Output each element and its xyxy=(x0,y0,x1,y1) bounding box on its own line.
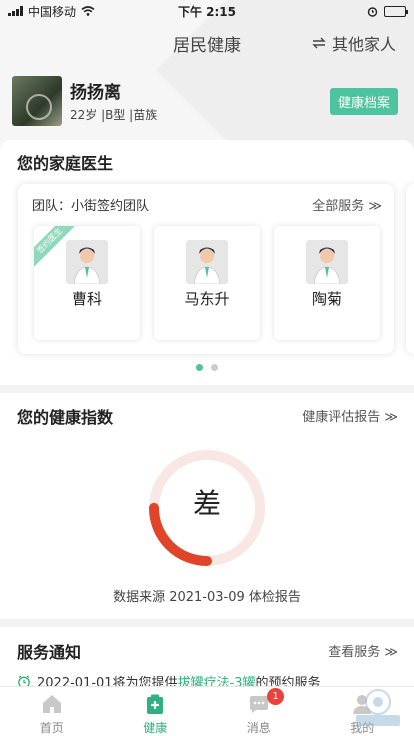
health-gauge: 差 xyxy=(147,448,267,568)
doctor-card[interactable]: 签约医生 曹科 xyxy=(34,226,140,340)
health-report-label: 健康评估报告 xyxy=(302,410,381,425)
data-source: 数据来源 2021-03-09 体检报告 xyxy=(113,590,301,605)
status-bar: 中国移动 下午 2:15 xyxy=(0,0,414,22)
all-services-label: 全部服务 xyxy=(312,199,365,214)
home-icon xyxy=(42,695,61,713)
site-watermark-logo xyxy=(356,689,400,726)
profile-name: 扬扬离 xyxy=(70,83,121,103)
family-doctor-title: 您的家庭医生 xyxy=(17,154,114,173)
wifi-icon xyxy=(81,6,95,16)
other-family-label: 其他家人 xyxy=(331,35,396,54)
carousel-dot[interactable] xyxy=(211,364,218,371)
profile-summary: 扬扬离 22岁 |B型 |苗族 健康档案 xyxy=(12,76,402,126)
tab-health[interactable]: 健康 xyxy=(104,687,208,736)
carrier-label: 中国移动 xyxy=(28,4,77,19)
doctor-card[interactable]: 陶菊 xyxy=(274,226,380,340)
view-services-link[interactable]: 查看服务 ≫ xyxy=(328,641,398,660)
doctor-team-panel[interactable]: 团队：小街签约团队 全部服务 ≫ 签约医生 曹科 马东升 陶菊 xyxy=(18,184,394,354)
health-report-link[interactable]: 健康评估报告 ≫ xyxy=(302,406,398,425)
header-background xyxy=(0,0,414,150)
tab-label: 健康 xyxy=(143,721,168,735)
signal-icon xyxy=(8,6,23,16)
health-grade: 差 xyxy=(192,487,221,520)
carousel-dots[interactable] xyxy=(196,364,218,371)
app-header: 居民健康 其他家人 xyxy=(0,28,414,58)
carousel-dot[interactable] xyxy=(196,364,203,371)
message-badge: 1 xyxy=(267,688,285,705)
doctor-card[interactable]: 马东升 xyxy=(154,226,260,340)
doctor-name: 曹科 xyxy=(71,290,102,308)
profile-info: 22岁 |B型 |苗族 xyxy=(70,108,158,122)
view-services-label: 查看服务 xyxy=(328,645,381,660)
status-time: 下午 2:15 xyxy=(177,4,237,19)
double-chevron-right-icon: ≫ xyxy=(384,410,398,425)
service-notice-card: 服务通知 查看服务 ≫ 2022-01-01将为您提供拔罐疗法-3罐的预约服务 xyxy=(0,627,414,691)
battery-icon xyxy=(384,5,408,17)
double-chevron-right-icon: ≫ xyxy=(384,645,398,660)
tab-messages[interactable]: 1 消息 xyxy=(207,687,311,736)
all-services-link[interactable]: 全部服务 ≫ xyxy=(312,195,382,214)
switch-icon xyxy=(312,37,326,49)
doctor-avatar xyxy=(306,240,348,284)
doctor-avatar xyxy=(186,240,228,284)
health-index-card: 您的健康指数 健康评估报告 ≫ 差 数据来源 2021-03-09 体检报告 xyxy=(0,393,414,619)
tab-label: 首页 xyxy=(39,721,64,735)
team-label: 团队：小街签约团队 xyxy=(32,199,150,214)
health-index-title: 您的健康指数 xyxy=(17,408,114,427)
next-team-panel[interactable] xyxy=(406,184,414,354)
double-chevron-right-icon: ≫ xyxy=(368,199,382,214)
other-family-button[interactable]: 其他家人 xyxy=(312,31,396,55)
health-icon xyxy=(147,694,164,714)
doctor-avatar xyxy=(66,240,108,284)
doctor-name: 马东升 xyxy=(184,290,230,308)
health-record-button[interactable]: 健康档案 xyxy=(329,88,398,115)
doctor-name: 陶菊 xyxy=(311,290,342,308)
service-notice-title: 服务通知 xyxy=(17,643,82,662)
tab-home[interactable]: 首页 xyxy=(0,687,104,736)
avatar[interactable] xyxy=(12,76,62,126)
tab-label: 消息 xyxy=(246,721,271,735)
alarm-icon xyxy=(367,6,378,17)
family-doctor-card: 您的家庭医生 团队：小街签约团队 全部服务 ≫ 签约医生 曹科 马东升 陶菊 xyxy=(0,140,414,385)
